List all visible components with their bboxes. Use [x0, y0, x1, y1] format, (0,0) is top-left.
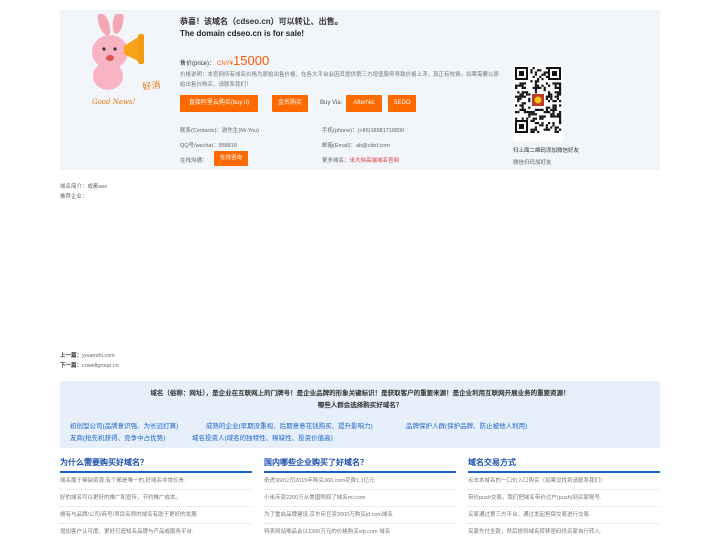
domain-sale-panel: 好消息 Good News! 恭喜！该域名（cdseo.cn）可以转让、出售。 …: [60, 10, 660, 170]
next-label: 下一篇：: [60, 363, 83, 369]
why-buy-title[interactable]: 为什么需要购买好域名？: [60, 457, 252, 473]
price-row: 售价(price)： CNY¥15000: [180, 53, 269, 68]
list-item[interactable]: 好的域名可以更好的推广和宣传，节约推广成本。: [60, 490, 252, 507]
domain-value-banner: 域名（俗称：网址），是企业在互联网上的门牌号！是企业品牌的形象关键标识！是获取客…: [60, 381, 660, 448]
mascot-caption: Good News!: [92, 98, 136, 106]
list-item[interactable]: 域名属于稀缺资源,有个都是唯一的,好域名非常珍贵.: [60, 473, 252, 490]
companies-title[interactable]: 国内哪些企业购买了好域名？: [264, 457, 456, 473]
list-item[interactable]: 点击本域名的一口价入口购买（如果没找到请联系我们）: [468, 473, 660, 490]
why-buy-column: 为什么需要购买好域名？ 域名属于稀缺资源,有个都是唯一的,好域名非常珍贵. 好的…: [60, 457, 252, 540]
price-currency: CNY¥: [217, 61, 234, 67]
price-note: 价格说明：本官网所有域名价格为原始出售价格，在各大平台会因其提供第三方增值服务导…: [180, 72, 500, 88]
buyer-type-competitor[interactable]: 友商(抢先机获得、竞争中占优势): [70, 432, 165, 442]
yumi-buy-button[interactable]: 金名购买: [272, 95, 308, 112]
next-link[interactable]: cowellgroup.cn: [82, 363, 119, 369]
list-item[interactable]: 特卖网站唯品会以1200万元的价格购买vip.com 域名: [264, 524, 456, 540]
list-item[interactable]: 小米斥资2200万从美国购回了域名mi.com: [264, 490, 456, 507]
list-item[interactable]: 买家通过第三方平台，通过发起担保交易进行交易.: [468, 507, 660, 524]
sale-headline: 恭喜！该域名（cdseo.cn）可以转让、出售。: [180, 17, 343, 26]
trade-method-title[interactable]: 域名交易方式: [468, 457, 660, 473]
sedo-button[interactable]: SEDO: [388, 95, 416, 112]
banner-line-2: 哪些人群会选择购买好域名？: [317, 402, 403, 409]
qq-value: 958818: [218, 143, 237, 149]
sale-headline-en: The domain cdseo.cn is for sale!: [180, 29, 305, 38]
buyer-type-mature[interactable]: 成熟的企业(早期没重视、后期意意花钱购买、提升影响力): [206, 420, 373, 430]
contacts-label: 联系(Contacts)：: [180, 128, 222, 134]
qr-scan-text: 微信扫码加好友: [513, 160, 552, 166]
list-item[interactable]: 为了重启品牌建设,京东斥巨资3000万购买jd.com域名: [264, 507, 456, 524]
companies-column: 国内哪些企业购买了好域名？ 奇虎360公司2015年购买360.com花费1.1…: [264, 457, 456, 540]
prev-post: 上一篇：youershi.com: [60, 351, 119, 361]
contact-person: 联系(Contacts)：游先生(Mr.You): [180, 126, 259, 134]
phone-label: 手机(phone)：: [322, 128, 358, 134]
contact-qq: QQ号/wechat：958818: [180, 141, 237, 149]
wechat-qr-code-icon: [513, 65, 563, 141]
list-item[interactable]: 带价push交易，我们把域名带价过户(push)到买家账号.: [468, 490, 660, 507]
buyer-type-investor[interactable]: 域名投资人(域名的独特性、稀缺性、投资价值高): [192, 432, 333, 442]
qq-label: QQ号/wechat：: [180, 143, 219, 149]
email-value[interactable]: ab@cdef.com: [356, 143, 390, 149]
afternic-button[interactable]: AfterNic: [346, 95, 382, 112]
banner-line-1: 域名（俗称：网址），是企业在互联网上的门牌号！是企业品牌的形象关键标识！是获取客…: [150, 390, 570, 397]
more-label: 更多域名：: [322, 158, 350, 164]
phone-value[interactable]: (+86)18981716800: [357, 128, 404, 134]
trade-method-column: 域名交易方式 点击本域名的一口价入口购买（如果没找到请联系我们） 带价push交…: [468, 457, 660, 540]
contacts-value: 游先生(Mr.You): [221, 128, 259, 134]
more-domains-link[interactable]: 米大侠高端域名官网: [350, 158, 400, 164]
next-post: 下一篇：cowellgroup.cn: [60, 361, 119, 371]
price-amount: 15000: [233, 53, 270, 68]
aliyun-buy-button[interactable]: 直接阿里云购买(buy it): [180, 95, 258, 112]
more-domains: 更多域名：米大侠高端域名官网: [322, 156, 399, 164]
prev-link[interactable]: youershi.com: [82, 353, 115, 359]
buyer-type-startup[interactable]: 初创型公司(品牌意识强、为长远打算): [70, 420, 178, 430]
prev-label: 上一篇：: [60, 353, 83, 359]
list-item[interactable]: 奇虎360公司2015年购买360.com花费1.1亿元: [264, 473, 456, 490]
qr-caption: 扫上面二维码添加微信好友: [513, 148, 580, 154]
list-item[interactable]: 买家先付全款，然后提供域名转移密码供买家自行转入.: [468, 524, 660, 540]
price-label: 售价(price)：: [180, 61, 216, 67]
online-consult-button[interactable]: 在线咨询: [214, 151, 248, 166]
prev-next-nav: 上一篇：youershi.com 下一篇：cowellgroup.cn: [60, 351, 119, 371]
buyer-type-protection[interactable]: 品牌保护人群(保护品牌、防止被他人利用): [406, 420, 527, 430]
email-label: 邮箱(Email)：: [322, 143, 356, 149]
domain-intro: 域名简介：成都seo: [60, 184, 108, 190]
list-item[interactable]: 增加客户认可度、更好打造知名品牌与产品或服务平台.: [60, 524, 252, 540]
recommend-label: 推荐企业：: [60, 194, 88, 200]
domain-intro-block: 域名简介：成都seo 推荐企业：: [60, 182, 107, 202]
buy-via-label: Buy Via:: [320, 100, 343, 106]
list-item[interactable]: 拥有与品牌/公司/商号/项目名称的域名有助于更好的发展.: [60, 507, 252, 524]
contact-phone: 手机(phone)：(+86)18981716800: [322, 126, 404, 134]
contact-email: 邮箱(Email)：ab@cdef.com: [322, 141, 390, 149]
online-label: 在线沟通：: [180, 158, 208, 164]
mascot-sign: 好消息: [142, 77, 160, 93]
rabbit-megaphone-mascot-icon: 好消息 Good News!: [92, 14, 160, 106]
